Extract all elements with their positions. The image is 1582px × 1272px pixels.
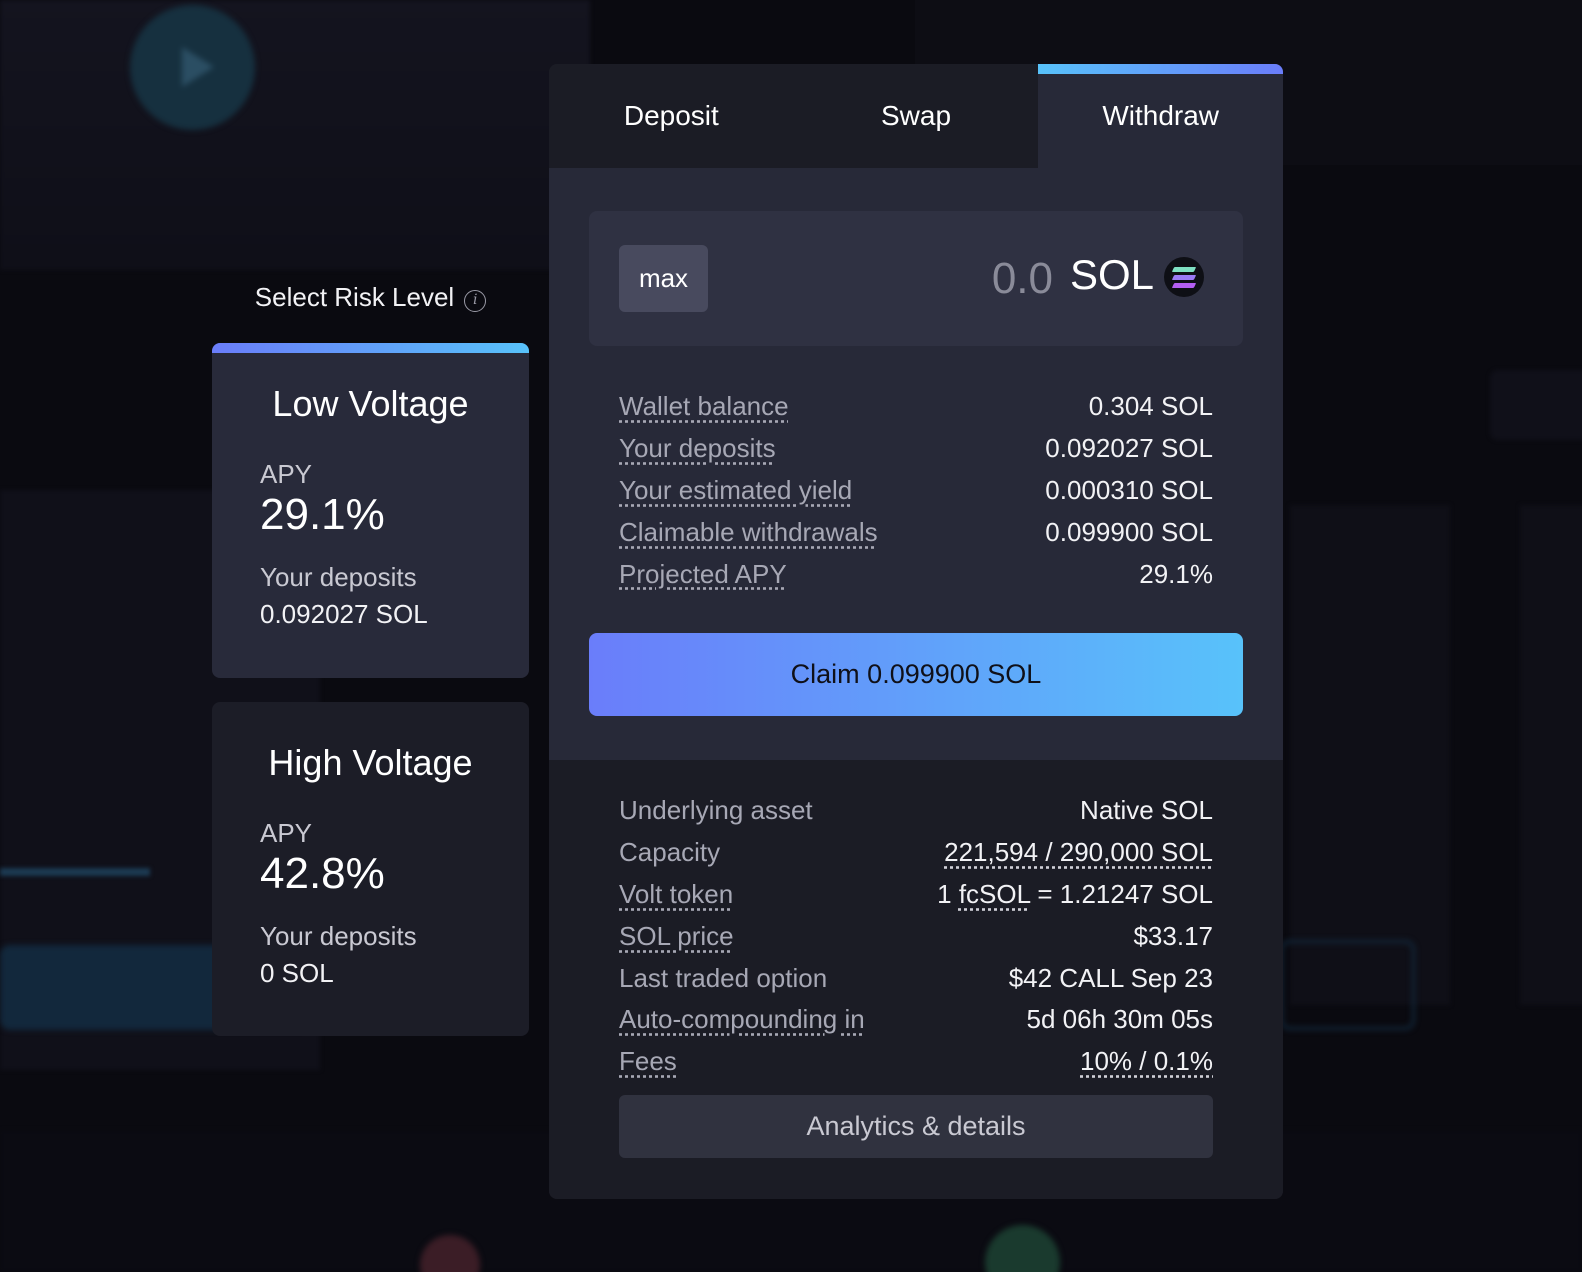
stats-list: Wallet balance 0.304 SOL Your deposits 0… (619, 386, 1213, 595)
details-list: Underlying asset Native SOL Capacity 221… (619, 790, 1213, 1083)
bg-video-panel (0, 0, 590, 270)
detail-row-capacity: Capacity 221,594 / 290,000 SOL (619, 832, 1213, 874)
stat-row-your-deposits: Your deposits 0.092027 SOL (619, 428, 1213, 470)
detail-value: $42 CALL Sep 23 (1008, 962, 1213, 993)
deposits-label: Your deposits (260, 562, 417, 592)
detail-row-auto-compounding: Auto-compounding in 5d 06h 30m 05s (619, 999, 1213, 1041)
tab-deposit[interactable]: Deposit (549, 64, 794, 168)
detail-label: SOL price (619, 920, 734, 951)
detail-row-underlying-asset: Underlying asset Native SOL (619, 790, 1213, 832)
stat-value: 0.092027 SOL (1045, 433, 1213, 464)
stat-row-claimable-withdrawals: Claimable withdrawals 0.099900 SOL (619, 511, 1213, 553)
stat-row-wallet-balance: Wallet balance 0.304 SOL (619, 386, 1213, 428)
bg-card-right (1290, 505, 1450, 1005)
max-button[interactable]: max (619, 245, 708, 312)
stat-value: 0.000310 SOL (1045, 474, 1213, 505)
info-icon[interactable]: i (464, 290, 487, 312)
withdraw-form: max SOL Wallet balance 0.304 SOL Your de… (549, 168, 1283, 760)
bg-sort-select (1490, 370, 1582, 440)
deposits-value: 0.092027 SOL (260, 599, 428, 629)
stat-row-projected-apy: Projected APY 29.1% (619, 553, 1213, 595)
tab-withdraw[interactable]: Withdraw (1038, 64, 1283, 168)
tab-swap[interactable]: Swap (794, 64, 1039, 168)
detail-label: Capacity (619, 837, 721, 868)
bg-outline-button (1280, 940, 1415, 1030)
amount-unit: SOL (1070, 251, 1155, 298)
stat-value: 0.099900 SOL (1045, 516, 1213, 547)
risk-level-title: Select Risk Level i (212, 282, 529, 313)
detail-label: Volt token (619, 878, 734, 909)
stat-row-estimated-yield: Your estimated yield 0.000310 SOL (619, 470, 1213, 512)
amount-box: max SOL (589, 211, 1243, 346)
detail-label: Fees (619, 1046, 677, 1077)
risk-card-high-voltage[interactable]: High Voltage APY 42.8% Your deposits 0 S… (212, 702, 529, 1036)
detail-value: 1 fcSOL = 1.21247 SOL (937, 879, 1213, 910)
volt-token-link[interactable]: fcSOL (959, 879, 1030, 909)
stat-label: Projected APY (619, 558, 787, 589)
bg-card-right-2 (1520, 505, 1582, 1005)
apy-label: APY (260, 459, 313, 489)
deposits-value: 0 SOL (260, 958, 334, 988)
tab-bar: Deposit Swap Withdraw (549, 64, 1283, 168)
apy-value: 42.8% (260, 849, 385, 898)
risk-card-name: Low Voltage (272, 383, 469, 424)
stat-label: Claimable withdrawals (619, 516, 878, 547)
volt-suffix: = 1.21247 SOL (1030, 878, 1213, 909)
deposits-label: Your deposits (260, 921, 417, 951)
vault-details: Underlying asset Native SOL Capacity 221… (549, 760, 1283, 1199)
stat-label: Your deposits (619, 433, 776, 464)
detail-row-fees: Fees 10% / 0.1% (619, 1041, 1213, 1083)
risk-level-label: Select Risk Level (254, 282, 455, 312)
solana-icon (1164, 257, 1204, 297)
detail-value: $33.17 (1133, 920, 1213, 951)
detail-value: 10% / 0.1% (1080, 1046, 1213, 1077)
detail-value: Native SOL (1080, 795, 1213, 826)
apy-value: 29.1% (260, 490, 385, 539)
risk-card-low-voltage[interactable]: Low Voltage APY 29.1% Your deposits 0.09… (212, 343, 529, 678)
detail-value: 5d 06h 30m 05s (1026, 1004, 1213, 1035)
detail-label: Last traded option (619, 962, 828, 993)
apy-label: APY (260, 818, 313, 848)
amount-input[interactable] (853, 249, 1053, 309)
detail-label: Auto-compounding in (619, 1004, 865, 1035)
stat-label: Wallet balance (619, 391, 789, 422)
detail-row-sol-price: SOL price $33.17 (619, 915, 1213, 957)
stat-value: 29.1% (1139, 558, 1213, 589)
stat-label: Your estimated yield (619, 474, 853, 505)
detail-row-volt-token: Volt token 1 fcSOL = 1.21247 SOL (619, 874, 1213, 916)
detail-value: 221,594 / 290,000 SOL (944, 837, 1213, 868)
detail-row-last-traded-option: Last traded option $42 CALL Sep 23 (619, 957, 1213, 999)
vault-panel: Deposit Swap Withdraw max SOL Wallet bal… (549, 64, 1283, 1199)
bg-play-icon (130, 5, 255, 130)
detail-label: Underlying asset (619, 795, 813, 826)
stat-value: 0.304 SOL (1088, 391, 1213, 422)
bg-progress-bar (0, 868, 150, 876)
volt-prefix: 1 (937, 878, 959, 909)
claim-button[interactable]: Claim 0.099900 SOL (589, 633, 1243, 716)
risk-card-name: High Voltage (268, 742, 473, 783)
analytics-details-button[interactable]: Analytics & details (619, 1095, 1213, 1158)
